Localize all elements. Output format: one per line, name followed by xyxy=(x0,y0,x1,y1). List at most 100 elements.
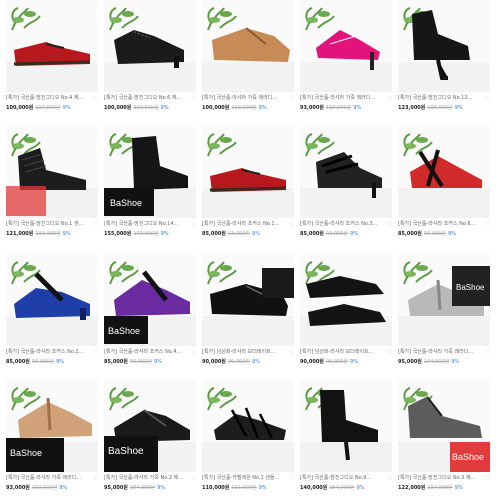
heart-icon[interactable]: ♡ xyxy=(386,475,393,482)
product-title[interactable]: [특가] 국산품-방진그디오 No.4 제... xyxy=(6,94,92,103)
heart-icon[interactable]: ♡ xyxy=(484,221,491,228)
product-image[interactable]: BaShoe xyxy=(6,380,98,472)
product-card[interactable]: BaShoe [특가] 국산품-방진그디오 No.3 제... ♡ 122,000원 1… xyxy=(398,380,490,498)
heart-icon[interactable]: ♡ xyxy=(288,475,295,482)
original-price: 133,000원 xyxy=(35,231,61,237)
product-image[interactable] xyxy=(202,0,294,92)
product-title[interactable]: [특가] 국산품-라샤라 가죽 레라디... xyxy=(202,94,288,103)
product-card[interactable]: [특가] 남성화-라샤라 모더레이트... ♡ 90,000원 99,000원 9% xyxy=(202,254,294,372)
price-row: 90,000원 99,000원 9% xyxy=(202,358,294,367)
original-price: 110,000원 xyxy=(325,105,352,111)
sale-price: 110,000원 xyxy=(202,485,230,491)
original-price: 135,000원 xyxy=(427,105,453,111)
heart-icon[interactable]: ♡ xyxy=(92,475,99,482)
heart-icon[interactable]: ♡ xyxy=(92,95,99,102)
product-image[interactable] xyxy=(6,126,98,218)
price-row: 85,000원 93,000원 9% xyxy=(6,358,98,367)
product-card[interactable]: [특가] 국산품-라샤라 가죽 레라디... ♡ 93,000원 110,000원 9% xyxy=(300,0,392,118)
product-card[interactable]: BaShoe [특가] 국산품-라샤라 가죽 레라디... ♡ 93,000원 102,… xyxy=(6,380,98,498)
sale-price: 85,000원 xyxy=(104,359,128,365)
product-title[interactable]: [특가] 남성화-라샤라 모더레이트... xyxy=(300,348,386,357)
product-image[interactable] xyxy=(104,0,196,92)
discount-percent: 9% xyxy=(451,359,460,365)
heart-icon[interactable]: ♡ xyxy=(190,475,197,482)
product-card[interactable]: [특가] 남성화-라샤라 모더레이트... ♡ 90,000원 99,000원 9% xyxy=(300,254,392,372)
product-title[interactable]: [특가] 국산품-방진그디오 No.14... xyxy=(104,220,190,229)
product-image[interactable] xyxy=(300,126,392,218)
product-card[interactable]: BaShoe [특가] 국산품-라샤라 가죽 레라디... ♡ 95,000원 104,… xyxy=(398,254,490,372)
product-title[interactable]: [특가] 국산품-라샤라 조커스 No.1... xyxy=(202,220,288,229)
heart-icon[interactable]: ♡ xyxy=(288,349,295,356)
product-card[interactable]: BaShoe [특가] 국산품-방진그디오 No.14... ♡ 155,000원 17… xyxy=(104,126,196,244)
heart-icon[interactable]: ♡ xyxy=(92,221,99,228)
heart-icon[interactable]: ♡ xyxy=(484,475,491,482)
product-title[interactable]: [특가] 국산품-방진그디오 No.6 제... xyxy=(104,94,190,103)
product-title[interactable]: [특가] 남성화-라샤라 모더레이트... xyxy=(202,348,288,357)
heart-icon[interactable]: ♡ xyxy=(288,221,295,228)
heart-icon[interactable]: ♡ xyxy=(484,95,491,102)
product-image[interactable] xyxy=(202,380,294,472)
svg-text:BaShoe: BaShoe xyxy=(456,283,485,292)
product-title[interactable]: [특가] 국산품-방진그디오 No.3 제... xyxy=(398,474,484,483)
heart-icon[interactable]: ♡ xyxy=(386,349,393,356)
product-title[interactable]: [특가] 국산품-라샤라 조커스 No.6... xyxy=(398,220,484,229)
product-title[interactable]: [특가] 국산품-방진그디오 No.9... xyxy=(300,474,386,483)
product-title[interactable]: [특가] 국산품-라샤라 가죽 레라디... xyxy=(398,348,484,357)
product-card[interactable]: [특가] 국산품-방진그디오 No.12... ♡ 123,000원 135,000원… xyxy=(398,0,490,118)
heart-icon[interactable]: ♡ xyxy=(190,349,197,356)
product-image[interactable] xyxy=(300,0,392,92)
sale-price: 123,000원 xyxy=(398,105,426,111)
product-image[interactable] xyxy=(300,380,392,472)
original-price: 93,000원 xyxy=(423,231,447,237)
product-title[interactable]: [특가] 국산품-라샤라 조커스 No.3... xyxy=(300,220,386,229)
product-image[interactable] xyxy=(300,254,392,346)
price-row: 85,000원 93,000원 9% xyxy=(300,230,392,239)
product-card[interactable]: [특가] 국산품-방진그디오 No.9... ♡ 140,000원 154,000원 9… xyxy=(300,380,392,498)
product-title[interactable]: [특가] 국산품-라샤라 가죽 레라디... xyxy=(6,474,92,483)
discount-percent: 9% xyxy=(160,105,169,111)
product-image[interactable] xyxy=(398,126,490,218)
product-image[interactable]: BaShoe xyxy=(398,254,490,346)
product-image[interactable] xyxy=(202,126,294,218)
product-card[interactable]: [특가] 국산품-라샤라 가죽 레라디... ♡ 100,000원 110,000원 9… xyxy=(202,0,294,118)
product-card[interactable]: [특가] 국산품-카멜레온 No.1 샌들... ♡ 110,000원 121,000… xyxy=(202,380,294,498)
price-row: 140,000원 154,000원 9% xyxy=(300,484,392,493)
heart-icon[interactable]: ♡ xyxy=(190,95,197,102)
original-price: 110,000원 xyxy=(231,105,257,111)
original-price: 102,000원 xyxy=(31,485,58,491)
product-image[interactable] xyxy=(202,254,294,346)
product-card[interactable]: [특가] 국산품-방진그디오 No.1 샌... ♡ 121,000원 133,000… xyxy=(6,126,98,244)
product-title[interactable]: [특가] 국산품-라샤라 조커스 No.4... xyxy=(104,348,190,357)
svg-text:BaShoe: BaShoe xyxy=(110,198,142,208)
product-card[interactable]: [특가] 국산품-라샤라 조커스 No.3... ♡ 85,000원 93,000원 9… xyxy=(300,126,392,244)
product-title[interactable]: [특가] 국산품-라샤라 가죽 No.2 제... xyxy=(104,474,190,483)
product-card[interactable]: BaShoe [특가] 국산품-라샤라 조커스 No.4... ♡ 85,000원 93… xyxy=(104,254,196,372)
product-card[interactable]: [특가] 국산품-방진그디오 No.6 제... ♡ 100,000원 110,000… xyxy=(104,0,196,118)
product-image[interactable] xyxy=(6,0,98,92)
product-card[interactable]: [특가] 국산품-라샤라 조커스 No.1... ♡ 85,000원 93,000원 9… xyxy=(202,126,294,244)
price-row: 121,000원 133,000원 9% xyxy=(6,230,98,239)
product-title[interactable]: [특가] 국산품-카멜레온 No.1 샌들... xyxy=(202,474,288,483)
discount-percent: 9% xyxy=(62,105,71,111)
heart-icon[interactable]: ♡ xyxy=(484,349,491,356)
product-title[interactable]: [특가] 국산품-방진그디오 No.1 샌... xyxy=(6,220,92,229)
product-card[interactable]: [특가] 국산품-방진그디오 No.4 제... ♡ 100,000원 110,000… xyxy=(6,0,98,118)
product-card[interactable]: BaShoe [특가] 국산품-라샤라 가죽 No.2 제... ♡ 95,000원 1… xyxy=(104,380,196,498)
product-image[interactable] xyxy=(398,0,490,92)
product-card[interactable]: [특가] 국산품-라샤라 조커스 No.2... ♡ 85,000원 93,000원 9… xyxy=(6,254,98,372)
product-image[interactable] xyxy=(6,254,98,346)
product-title[interactable]: [특가] 국산품-라샤라 조커스 No.2... xyxy=(6,348,92,357)
heart-icon[interactable]: ♡ xyxy=(386,95,393,102)
product-card[interactable]: [특가] 국산품-라샤라 조커스 No.6... ♡ 85,000원 93,000원 9… xyxy=(398,126,490,244)
product-title[interactable]: [특가] 국산품-라샤라 가죽 레라디... xyxy=(300,94,386,103)
heart-icon[interactable]: ♡ xyxy=(92,349,99,356)
heart-icon[interactable]: ♡ xyxy=(288,95,295,102)
heart-icon[interactable]: ♡ xyxy=(190,221,197,228)
product-image[interactable]: BaShoe xyxy=(104,380,196,472)
product-image[interactable]: BaShoe xyxy=(398,380,490,472)
price-row: 100,000원 110,000원 9% xyxy=(202,104,294,113)
product-image[interactable]: BaShoe xyxy=(104,126,196,218)
product-image[interactable]: BaShoe xyxy=(104,254,196,346)
heart-icon[interactable]: ♡ xyxy=(386,221,393,228)
product-title[interactable]: [특가] 국산품-방진그디오 No.12... xyxy=(398,94,484,103)
